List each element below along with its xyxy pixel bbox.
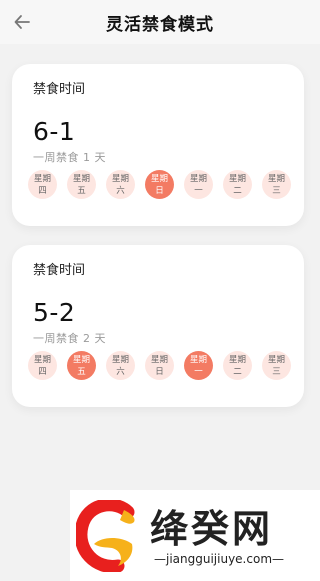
day-monday[interactable]: 星期一 <box>184 170 213 199</box>
day-label: 星期 <box>150 354 168 365</box>
day-label: 四 <box>38 185 47 196</box>
fasting-plan-card-6-1[interactable]: 禁食时间 6-1 一周禁食 1 天 星期四 星期五 星期六 星期日 星期一 星期… <box>12 64 304 226</box>
watermark-site-name: 绛癸网 <box>150 507 274 551</box>
day-sunday[interactable]: 星期日 <box>145 170 174 199</box>
day-friday[interactable]: 星期五 <box>67 170 96 199</box>
day-label: 星期 <box>267 354 285 365</box>
day-label: 星期 <box>228 173 246 184</box>
day-monday[interactable]: 星期一 <box>184 351 213 380</box>
page-title: 灵活禁食模式 <box>106 15 214 35</box>
day-label: 三 <box>272 366 281 377</box>
plan-code: 5-2 <box>33 298 76 327</box>
day-sunday[interactable]: 星期日 <box>145 351 174 380</box>
day-saturday[interactable]: 星期六 <box>106 170 135 199</box>
plan-code: 6-1 <box>33 117 76 146</box>
day-label: 日 <box>155 366 164 377</box>
day-saturday[interactable]: 星期六 <box>106 351 135 380</box>
day-label: 星期 <box>111 354 129 365</box>
day-tuesday[interactable]: 星期二 <box>223 351 252 380</box>
day-label: 六 <box>116 366 125 377</box>
day-label: 星期 <box>228 354 246 365</box>
day-thursday[interactable]: 星期四 <box>28 170 57 199</box>
plan-description: 一周禁食 2 天 <box>33 332 106 345</box>
card-title: 禁食时间 <box>33 263 86 278</box>
day-label: 星期 <box>33 173 51 184</box>
header-bar: 灵活禁食模式 <box>0 0 320 44</box>
watermark-logo-icon <box>76 500 135 572</box>
day-label: 五 <box>77 185 86 196</box>
day-label: 四 <box>38 366 47 377</box>
day-label: 星期 <box>189 173 207 184</box>
day-label: 星期 <box>33 354 51 365</box>
day-label: 星期 <box>267 173 285 184</box>
weekday-row: 星期四 星期五 星期六 星期日 星期一 星期二 星期三 <box>28 170 304 200</box>
weekday-row: 星期四 星期五 星期六 星期日 星期一 星期二 星期三 <box>28 351 304 381</box>
day-label: 二 <box>233 366 242 377</box>
day-tuesday[interactable]: 星期二 <box>223 170 252 199</box>
card-title: 禁食时间 <box>33 82 86 97</box>
day-label: 日 <box>155 185 164 196</box>
day-label: 星期 <box>150 173 168 184</box>
day-label: 星期 <box>72 173 90 184</box>
day-label: 星期 <box>111 173 129 184</box>
watermark-site-url: —jiangguijiuye.com— <box>154 552 285 566</box>
day-friday[interactable]: 星期五 <box>67 351 96 380</box>
plan-description: 一周禁食 1 天 <box>33 151 106 164</box>
day-label: 六 <box>116 185 125 196</box>
day-label: 一 <box>194 185 203 196</box>
day-label: 五 <box>77 366 86 377</box>
day-label: 二 <box>233 185 242 196</box>
day-thursday[interactable]: 星期四 <box>28 351 57 380</box>
day-label: 星期 <box>72 354 90 365</box>
day-wednesday[interactable]: 星期三 <box>262 351 291 380</box>
day-wednesday[interactable]: 星期三 <box>262 170 291 199</box>
day-label: 三 <box>272 185 281 196</box>
day-label: 一 <box>194 366 203 377</box>
day-label: 星期 <box>189 354 207 365</box>
fasting-plan-card-5-2[interactable]: 禁食时间 5-2 一周禁食 2 天 星期四 星期五 星期六 星期日 星期一 星期… <box>12 245 304 407</box>
